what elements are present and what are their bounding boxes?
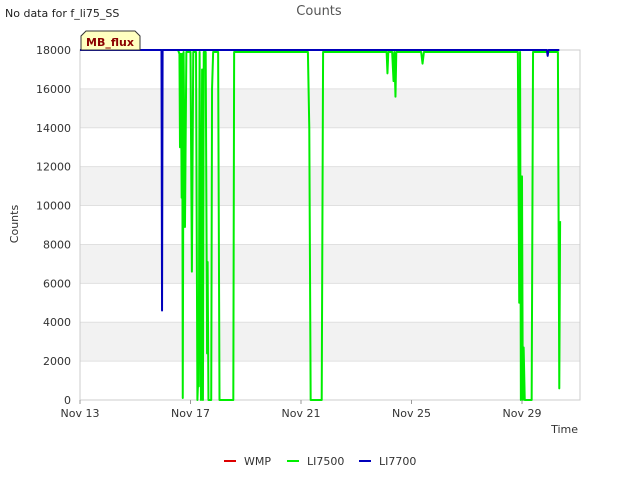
grid-band: [80, 166, 580, 206]
legend-label-wmp: WMP: [244, 455, 271, 468]
y-tick-label: 2000: [43, 355, 71, 368]
grid-bands: [80, 88, 580, 362]
y-tick-labels: 0 2000 4000 6000 8000 10000 12000 14000 16000 180…: [36, 44, 71, 407]
chart-title: Counts: [296, 4, 342, 19]
legend-label-li7700: LI7700: [379, 455, 416, 468]
y-tick-label: 10000: [36, 200, 71, 213]
x-tick-label: Nov 25: [392, 407, 431, 420]
y-tick-label: 8000: [43, 238, 71, 251]
y-tick-label: 18000: [36, 44, 71, 57]
y-tick-label: 0: [64, 394, 71, 407]
y-tick-label: 16000: [36, 83, 71, 96]
legend: WMP LI7500 LI7700: [224, 455, 416, 468]
y-axis-label: Counts: [8, 205, 21, 244]
grid-band: [80, 244, 580, 284]
legend-label-li7500: LI7500: [307, 455, 344, 468]
x-tick-label: Nov 17: [171, 407, 210, 420]
x-tick-labels: Nov 13 Nov 17 Nov 21 Nov 25 Nov 29: [61, 400, 542, 420]
counts-chart: 0 2000 4000 6000 8000 10000 12000 14000 16000 180…: [8, 4, 581, 468]
x-tick-label: Nov 21: [282, 407, 321, 420]
x-tick-label: Nov 29: [503, 407, 542, 420]
y-tick-label: 6000: [43, 277, 71, 290]
y-tick-label: 4000: [43, 316, 71, 329]
x-tick-label: Nov 13: [61, 407, 100, 420]
grid-band: [80, 88, 580, 128]
y-tick-label: 12000: [36, 161, 71, 174]
mb-flux-badge: MB_flux: [80, 30, 141, 51]
x-axis-label: Time: [550, 423, 578, 436]
badge-label: MB_flux: [86, 36, 134, 49]
y-tick-label: 14000: [36, 122, 71, 135]
grid-band: [80, 322, 580, 362]
